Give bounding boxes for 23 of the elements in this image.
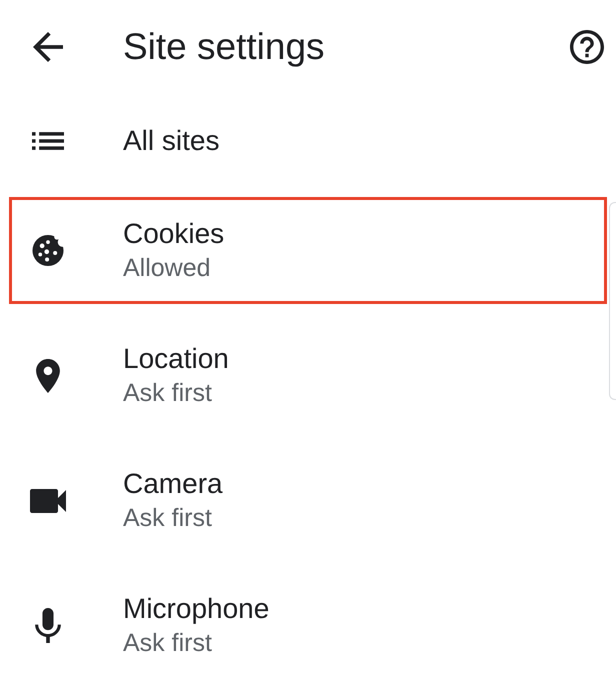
item-status: Ask first bbox=[123, 379, 213, 408]
back-arrow-icon bbox=[33, 32, 63, 62]
location-pin-icon bbox=[36, 358, 60, 392]
settings-item[interactable]: Microphone Ask first bbox=[0, 563, 616, 688]
settings-item[interactable]: Camera Ask first bbox=[0, 438, 616, 563]
settings-item[interactable]: Cookies Allowed bbox=[0, 188, 616, 313]
video-camera-icon bbox=[30, 488, 66, 512]
settings-item[interactable]: Location Ask first bbox=[0, 313, 616, 438]
item-label: Camera bbox=[123, 468, 223, 500]
list-icon bbox=[32, 132, 64, 150]
help-icon[interactable] bbox=[570, 30, 604, 64]
item-label: Microphone bbox=[123, 593, 270, 625]
item-label: Location bbox=[123, 343, 229, 375]
settings-item[interactable]: All sites bbox=[0, 94, 616, 188]
microphone-icon bbox=[35, 608, 61, 643]
page-title: Site settings bbox=[123, 26, 326, 68]
cookie-icon bbox=[32, 235, 64, 266]
item-label: Cookies bbox=[123, 218, 224, 250]
back-button[interactable] bbox=[33, 32, 63, 62]
item-status: Ask first bbox=[123, 504, 213, 533]
item-label: All sites bbox=[123, 125, 220, 157]
item-status: Allowed bbox=[123, 254, 212, 283]
item-status: Ask first bbox=[123, 629, 213, 658]
